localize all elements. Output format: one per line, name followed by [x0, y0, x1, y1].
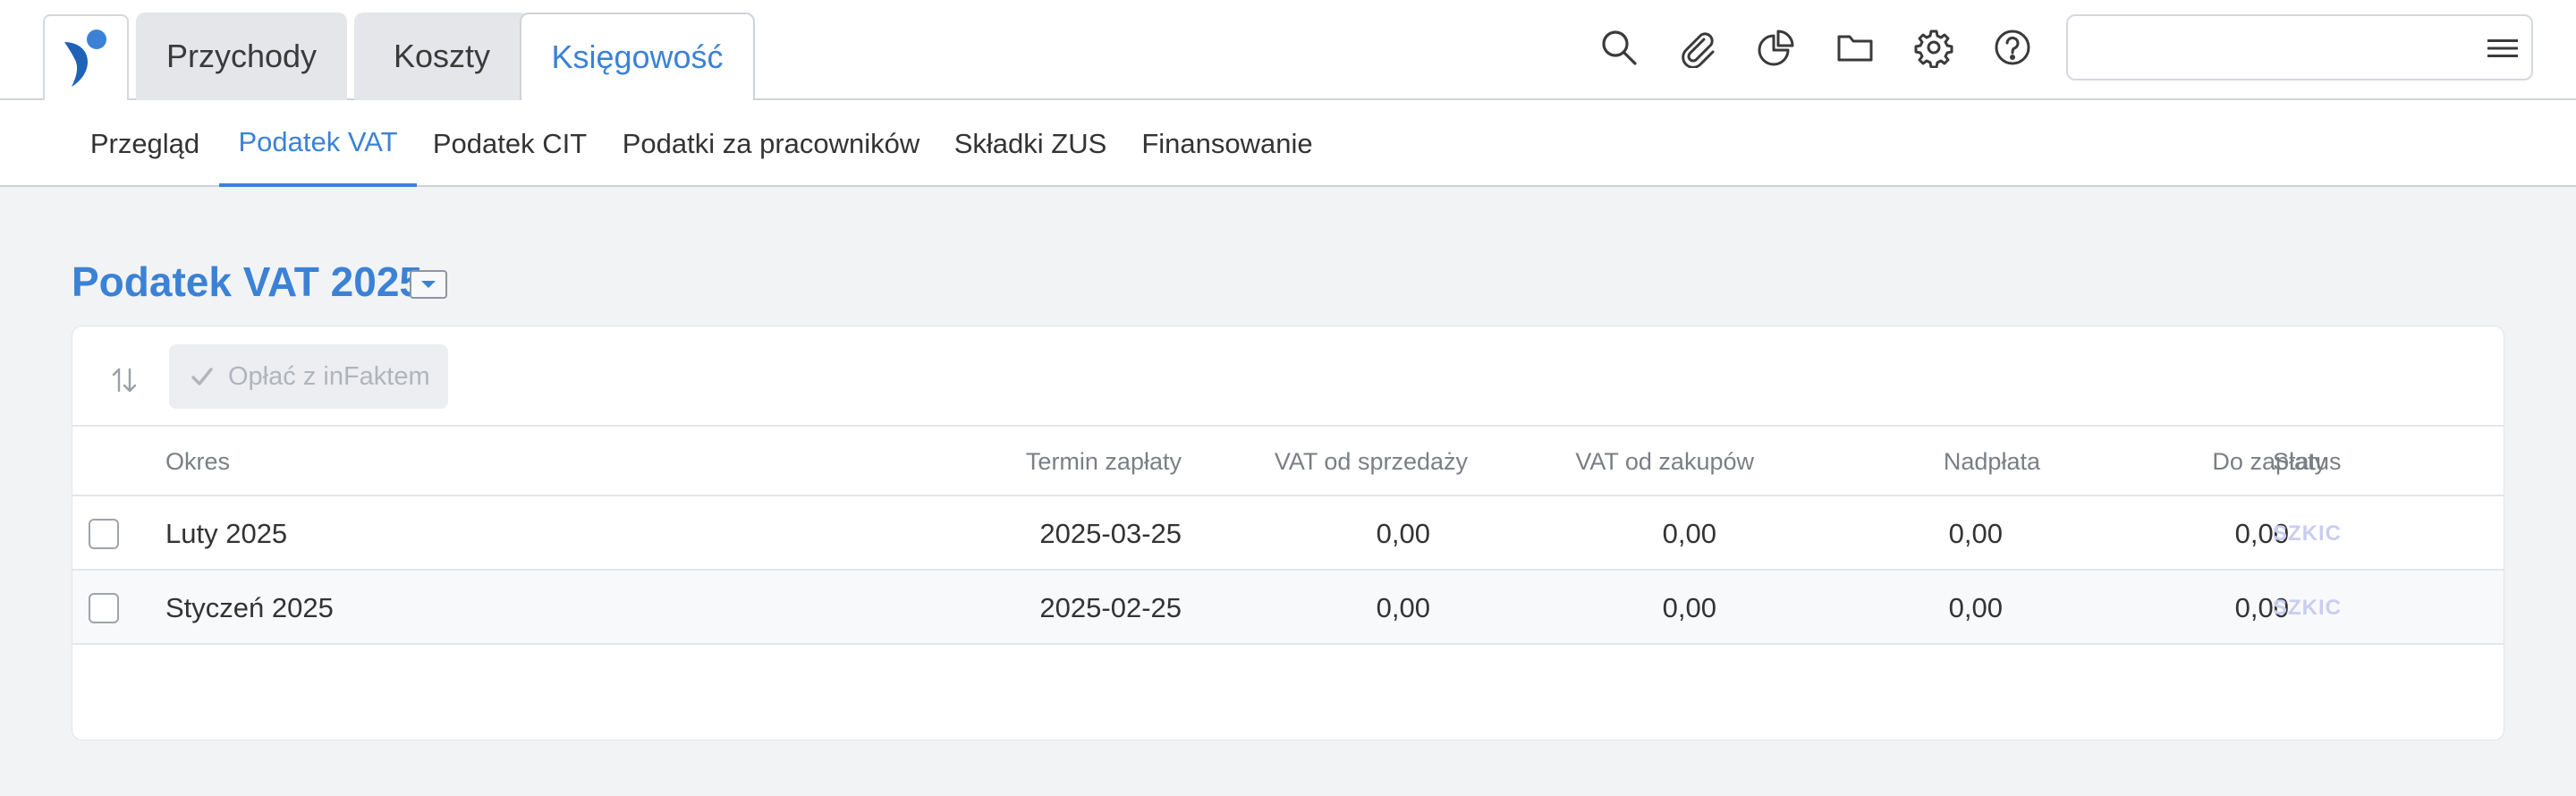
cell-period[interactable]: Luty 2025 — [165, 496, 287, 571]
row-checkbox[interactable] — [89, 593, 119, 623]
row-checkbox[interactable] — [89, 519, 119, 549]
cell-vat-sales: 0,00 — [1376, 591, 1430, 623]
checkmark-icon — [191, 368, 213, 385]
status-badge: SZKIC — [2273, 595, 2342, 620]
table-row[interactable]: Luty 2025 2025-03-25 0,00 0,00 0,00 0,00… — [72, 496, 2504, 571]
pay-button-label: Opłać z inFaktem — [228, 361, 430, 391]
table-header: Okres Termin zapłaty VAT od sprzedaży VA… — [72, 427, 2504, 496]
subtab-przeglad[interactable]: Przegląd — [72, 100, 218, 187]
subtab-podatek-cit[interactable]: Podatek CIT — [417, 100, 603, 187]
gear-icon[interactable] — [1910, 23, 1958, 72]
status-badge: SZKIC — [2273, 521, 2342, 546]
tab-przychody[interactable]: Przychody — [136, 13, 347, 100]
cell-vat-sales: 0,00 — [1376, 517, 1430, 549]
folder-icon[interactable] — [1831, 23, 1879, 72]
cell-period[interactable]: Styczeń 2025 — [165, 571, 334, 645]
table-row[interactable]: Styczeń 2025 2025-02-25 0,00 0,00 0,00 0… — [72, 571, 2504, 645]
tab-koszty[interactable]: Koszty — [354, 13, 530, 100]
sort-icon[interactable] — [108, 362, 140, 398]
search-field[interactable] — [2066, 14, 2533, 80]
cell-to-pay: 0,00 — [2234, 591, 2289, 623]
paperclip-icon[interactable] — [1674, 23, 1722, 72]
help-icon[interactable] — [1988, 23, 2037, 72]
caret-down-icon — [421, 281, 436, 288]
table-toolbar: Opłać z inFaktem — [72, 326, 2504, 427]
tab-ksiegowosc[interactable]: Księgowość — [520, 13, 755, 102]
vat-table-card: Opłać z inFaktem Okres Termin zapłaty VA… — [72, 326, 2504, 741]
year-dropdown-button[interactable] — [410, 270, 447, 299]
pie-chart-icon[interactable] — [1752, 23, 1801, 72]
subtab-podatek-vat[interactable]: Podatek VAT — [219, 100, 417, 187]
secondary-nav: Przegląd Podatek VAT Podatek CIT Podatki… — [0, 100, 2576, 187]
cell-overpayment: 0,00 — [1948, 591, 2003, 623]
hamburger-menu-icon[interactable] — [2487, 32, 2519, 64]
header-status[interactable]: Status — [2273, 427, 2342, 496]
subtab-podatki-pracownikow[interactable]: Podatki za pracowników — [603, 100, 939, 187]
app-logo[interactable] — [43, 14, 129, 100]
search-icon[interactable] — [1595, 23, 1643, 72]
subtab-finansowanie[interactable]: Finansowanie — [1122, 100, 1333, 187]
page-title: Podatek VAT 2025 — [72, 258, 423, 305]
cell-vat-purchases: 0,00 — [1662, 591, 1716, 623]
cell-overpayment: 0,00 — [1948, 517, 2003, 549]
top-bar: Przychody Koszty Księgowość — [0, 0, 2576, 102]
bird-logo-icon — [64, 30, 106, 87]
cell-vat-purchases: 0,00 — [1662, 517, 1716, 549]
pay-with-infakt-button[interactable]: Opłać z inFaktem — [169, 344, 448, 409]
cell-to-pay: 0,00 — [2234, 517, 2289, 549]
subtab-skladki-zus[interactable]: Składki ZUS — [939, 100, 1122, 187]
header-period[interactable]: Okres — [165, 427, 230, 496]
